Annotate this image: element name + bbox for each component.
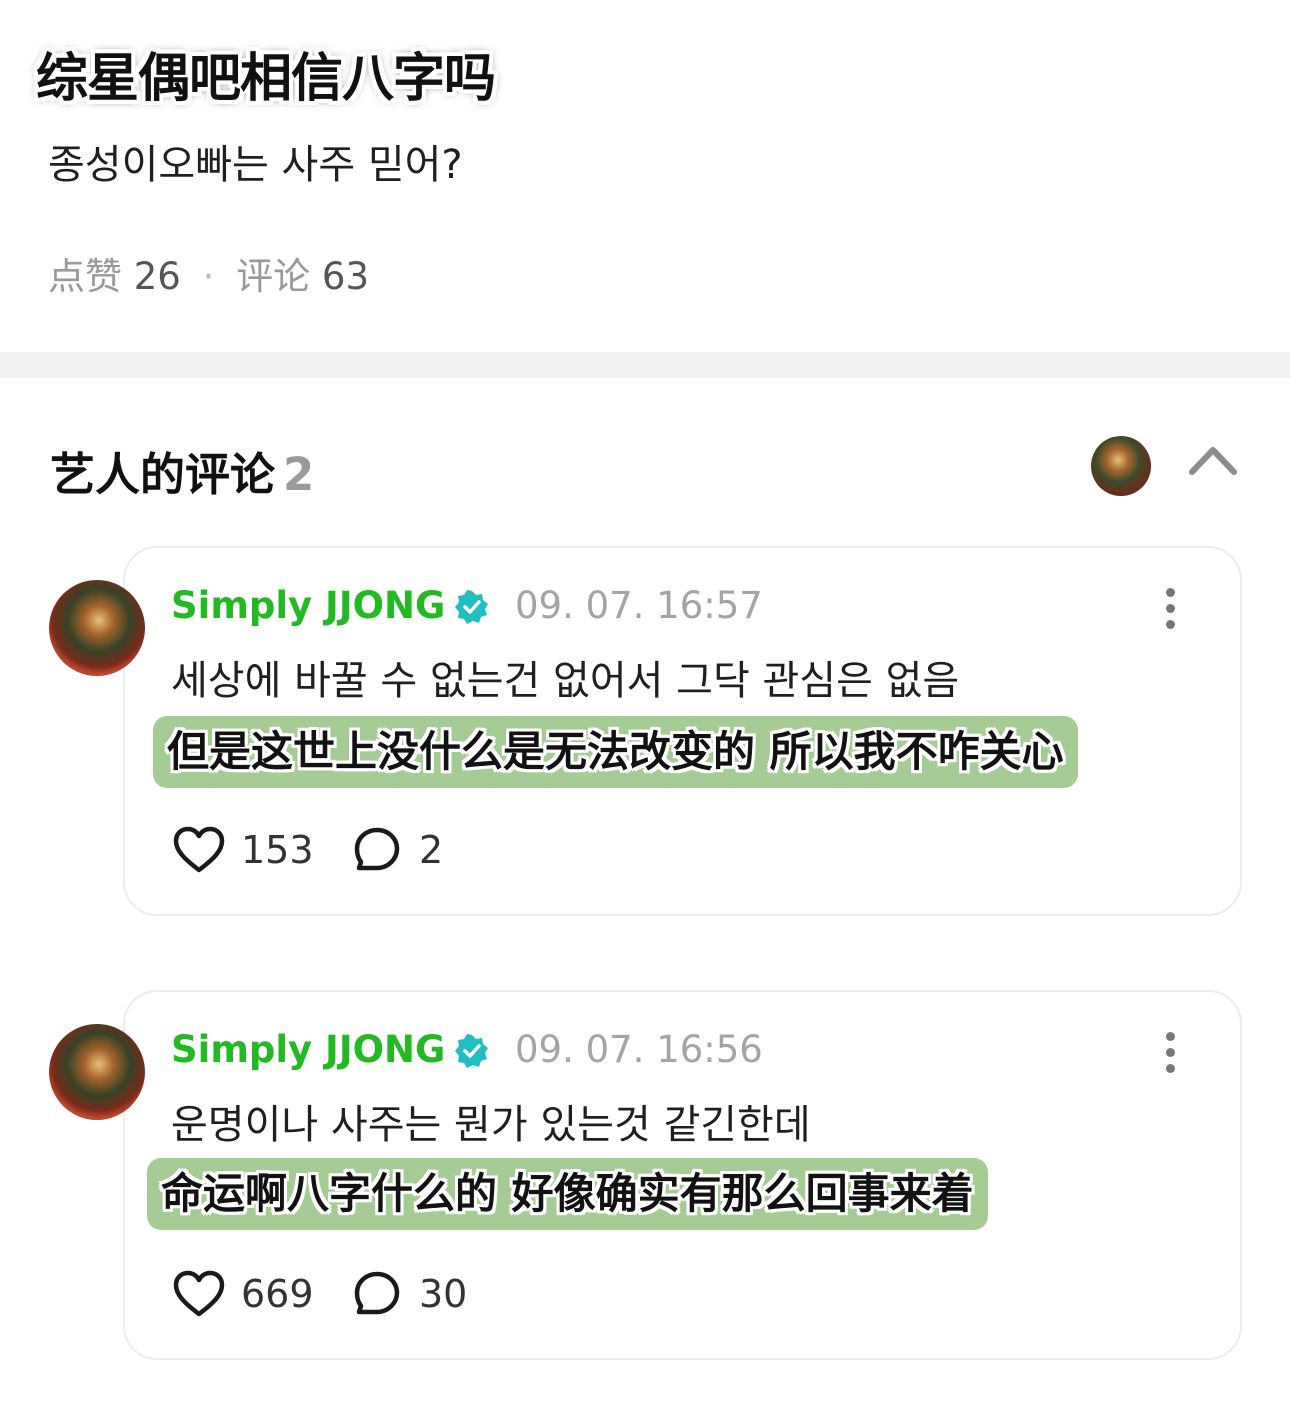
comments-count: 63: [321, 255, 370, 298]
avatar[interactable]: [49, 580, 145, 676]
more-vertical-icon[interactable]: [1163, 1032, 1177, 1074]
stats-separator: ·: [202, 255, 215, 298]
comment-text: 세상에 바꿀 수 없는건 없어서 그닥 관심은 없음: [171, 658, 960, 704]
more-vertical-icon[interactable]: [1163, 588, 1177, 630]
comment-bubble-icon[interactable]: [353, 826, 401, 874]
post-body: 종성이오빠는 사주 믿어?: [48, 142, 463, 188]
comment-subtitle: 但是这世上没什么是无法改变的 所以我不咋关心: [153, 716, 1078, 788]
heart-icon[interactable]: [173, 826, 225, 874]
post-stats: 点赞 26 · 评论 63: [48, 246, 369, 300]
comment-author[interactable]: Simply JJONG: [171, 1028, 445, 1071]
like-count: 153: [241, 828, 314, 872]
comment-text: 운명이나 사주는 뭔가 있는것 같긴한데: [171, 1102, 811, 1148]
section-title: 艺人的评论 2: [50, 438, 314, 503]
comment-subtitle: 命运啊八字什么的 好像确实有那么回事来着: [147, 1158, 988, 1230]
section-title-text: 艺人的评论: [50, 448, 276, 501]
verified-badge-icon: [455, 1034, 488, 1068]
comment-bubble-icon[interactable]: [353, 1270, 401, 1318]
artist-avatar[interactable]: [1091, 436, 1151, 496]
likes-count: 26: [133, 255, 181, 298]
likes-label: 点赞: [48, 255, 122, 298]
artist-comments-header[interactable]: 艺人的评论 2: [0, 378, 1290, 546]
reply-count: 30: [419, 1272, 468, 1316]
comment-time: 09. 07. 16:56: [515, 1028, 763, 1071]
comment-time: 09. 07. 16:57: [515, 584, 763, 627]
avatar[interactable]: [49, 1024, 145, 1120]
section-divider: [0, 352, 1290, 378]
like-count: 669: [241, 1272, 314, 1316]
comment-author[interactable]: Simply JJONG: [171, 584, 445, 627]
reply-count: 2: [419, 828, 444, 872]
heart-icon[interactable]: [173, 1270, 225, 1318]
post-header: 综星偶吧相信八字吗 종성이오빠는 사주 믿어? 点赞 26 · 评论 63: [0, 0, 1290, 352]
comments-label: 评论: [236, 255, 311, 298]
chevron-up-icon[interactable]: [1186, 438, 1240, 482]
verified-badge-icon: [455, 590, 488, 624]
post-subtitle-overlay: 综星偶吧相信八字吗: [36, 49, 496, 109]
section-count: 2: [283, 448, 315, 501]
comment-card: Simply JJONG 09. 07. 16:57 세상에 바꿀 수 없는건 …: [49, 546, 1242, 916]
comment-card: Simply JJONG 09. 07. 16:56 운명이나 사주는 뭔가 있…: [49, 990, 1242, 1360]
